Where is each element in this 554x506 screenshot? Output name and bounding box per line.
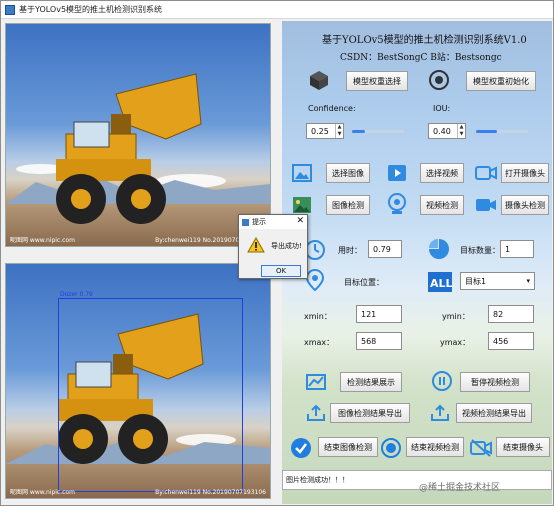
- xmax-label: xmax：: [304, 338, 335, 347]
- confidence-label: Confidence:: [308, 104, 356, 113]
- ymax-field: 456: [488, 332, 534, 350]
- video-icon: [388, 165, 406, 181]
- show-results-button[interactable]: 检测结果展示: [340, 372, 402, 392]
- warning-icon: [247, 237, 265, 253]
- control-panel: 基于YOLOv5模型的推土机检测识别系统V1.0 CSDN：BestSongC …: [282, 21, 552, 504]
- page-title: 基于YOLOv5模型的推土机检测识别系统V1.0: [322, 35, 527, 46]
- time-label: 用时：: [338, 246, 362, 255]
- count-field: 1: [500, 240, 534, 258]
- image-icon: [292, 164, 312, 182]
- xmax-field: 568: [356, 332, 402, 350]
- upload-icon: [431, 404, 449, 421]
- confidence-value: 0.25: [311, 126, 329, 136]
- spin-arrows[interactable]: ▲ ▼: [457, 124, 465, 138]
- stop-icon: [381, 438, 401, 458]
- camera-icon: [475, 166, 497, 180]
- iou-label: IOU:: [433, 104, 451, 113]
- close-icon[interactable]: ✕: [296, 216, 304, 226]
- confidence-slider[interactable]: [352, 130, 404, 133]
- end-video-button[interactable]: 结束视频检测: [406, 437, 464, 457]
- dialog-title: 提示: [252, 218, 266, 226]
- export-image-button[interactable]: 图像检测结果导出: [330, 403, 410, 423]
- image-detect-button[interactable]: 图像检测: [326, 195, 370, 215]
- wheel-loader-image: [56, 73, 202, 224]
- pause-video-button[interactable]: 暂停视频检测: [460, 372, 530, 392]
- ymin-label: ymin：: [442, 312, 470, 321]
- target-icon: [429, 70, 449, 90]
- video-detect-button[interactable]: 视频检测: [420, 195, 464, 215]
- export-video-button[interactable]: 视频检测结果导出: [456, 403, 532, 423]
- count-label: 目标数量：: [460, 246, 500, 255]
- status-bar: 图片检测成功！！！: [282, 470, 552, 490]
- target-select-value: 目标1: [465, 276, 487, 286]
- xmin-field: 121: [356, 305, 402, 323]
- model-select-button[interactable]: 模型权重选择: [346, 71, 408, 91]
- check-circle-icon: [291, 438, 311, 458]
- image-watermark-left: 昵图网 www.nipic.com: [10, 489, 75, 496]
- pie-chart-icon: [429, 239, 449, 259]
- iou-spinbox[interactable]: 0.40 ▲ ▼: [428, 123, 466, 139]
- page-subtitle: CSDN：BestSongC B站：Bestsongc: [340, 53, 502, 63]
- upload-icon: [307, 404, 325, 421]
- title-bar: 基于YOLOv5模型的推土机检测识别系统: [1, 1, 553, 19]
- detection-label: Dozer 0.79: [60, 291, 93, 298]
- camera-detect-button[interactable]: 摄像头检测: [501, 195, 549, 215]
- model-init-button[interactable]: 模型权重初始化: [466, 71, 536, 91]
- status-text: 图片检测成功！！！: [286, 476, 349, 484]
- spin-arrows[interactable]: ▲ ▼: [335, 124, 343, 138]
- result-image-panel: Dozer 0.79 昵图网 www.nipic.com By:chenwei1…: [5, 263, 271, 499]
- app-window: 基于YOLOv5模型的推土机检测识别系统 昵图网 www.nipic.com B…: [0, 0, 554, 506]
- svg-text:ALL: ALL: [430, 277, 452, 290]
- open-camera-button[interactable]: 打开摄像头: [501, 163, 549, 183]
- iou-slider[interactable]: [476, 130, 528, 133]
- camera-off-icon: [470, 439, 492, 457]
- image-watermark-left: 昵图网 www.nipic.com: [10, 237, 75, 244]
- message-dialog: 提示 ✕ 导出成功! OK: [238, 214, 308, 279]
- ymin-field: 82: [488, 305, 534, 323]
- pause-icon: [432, 371, 452, 391]
- select-video-button[interactable]: 选择视频: [420, 163, 464, 183]
- select-image-button[interactable]: 选择图像: [326, 163, 370, 183]
- time-field: 0.79: [368, 240, 402, 258]
- iou-value: 0.40: [433, 126, 451, 136]
- chevron-down-icon: ▾: [526, 277, 530, 285]
- detection-box: Dozer 0.79: [58, 291, 243, 492]
- confidence-spinbox[interactable]: 0.25 ▲ ▼: [306, 123, 344, 139]
- image-watermark-right: By:chenwei119 No.20190707193106: [155, 489, 266, 496]
- dialog-message: 导出成功!: [271, 242, 302, 250]
- original-image-panel: 昵图网 www.nipic.com By:chenwei119 No.20190…: [5, 23, 271, 247]
- webcam-icon: [388, 193, 406, 214]
- position-label: 目标位置：: [344, 278, 384, 287]
- ymax-label: ymax：: [440, 338, 471, 347]
- cube-icon: [310, 71, 328, 90]
- target-select[interactable]: 目标1 ▾: [460, 272, 535, 290]
- end-camera-button[interactable]: 结束摄像头: [496, 437, 550, 457]
- xmin-label: xmin：: [304, 312, 332, 321]
- photo-detect-icon: [293, 197, 311, 213]
- window-title: 基于YOLOv5模型的推土机检测识别系统: [19, 5, 163, 14]
- location-pin-icon: [305, 269, 325, 291]
- app-icon: [5, 4, 15, 15]
- ok-button[interactable]: OK: [261, 265, 301, 277]
- site-watermark: @稀土掘金技术社区: [419, 483, 501, 493]
- dialog-app-icon: [242, 218, 249, 226]
- chart-icon: [306, 374, 326, 390]
- video-camera-icon: [476, 199, 496, 211]
- dialog-title-bar: 提示 ✕: [239, 215, 307, 229]
- all-icon: ALL: [428, 272, 452, 292]
- end-image-button[interactable]: 结束图像检测: [318, 437, 378, 457]
